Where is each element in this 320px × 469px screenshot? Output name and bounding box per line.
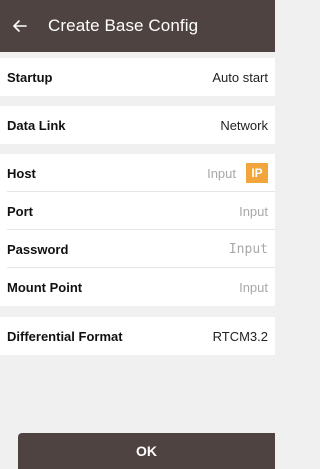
back-button[interactable] [2,0,38,52]
network-section: Host Input IP Port Input Password Input … [0,154,275,306]
startup-value: Auto start [212,69,268,85]
data-link-value: Network [220,117,268,133]
host-input[interactable]: Input [207,166,236,181]
startup-row[interactable]: Startup Auto start [0,58,275,96]
diff-format-label: Differential Format [7,328,123,344]
startup-section: Startup Auto start [0,58,275,96]
diff-format-value: RTCM3.2 [212,328,268,344]
startup-label: Startup [7,69,53,85]
data-link-row[interactable]: Data Link Network [0,106,275,144]
diff-format-section: Differential Format RTCM3.2 [0,317,275,355]
mount-point-input[interactable]: Input [239,280,268,295]
password-input[interactable]: Input [229,242,268,257]
diff-format-row[interactable]: Differential Format RTCM3.2 [0,317,275,355]
mount-point-label: Mount Point [7,279,83,295]
port-row[interactable]: Port Input [0,192,275,230]
host-right: Input IP [207,163,268,183]
page-title: Create Base Config [48,16,199,35]
data-link-section: Data Link Network [0,106,275,144]
port-label: Port [7,203,33,219]
mount-point-row[interactable]: Mount Point Input [0,268,275,306]
host-row[interactable]: Host Input IP [0,154,275,192]
ip-badge-button[interactable]: IP [246,163,268,183]
back-arrow-icon [13,20,27,32]
password-row[interactable]: Password Input [0,230,275,268]
host-label: Host [7,165,36,181]
port-input[interactable]: Input [239,204,268,219]
screen: Create Base Config Startup Auto start Da… [0,0,275,469]
password-label: Password [7,241,69,257]
data-link-label: Data Link [7,117,66,133]
ok-button[interactable]: OK [18,433,275,469]
top-bar: Create Base Config [0,0,275,52]
